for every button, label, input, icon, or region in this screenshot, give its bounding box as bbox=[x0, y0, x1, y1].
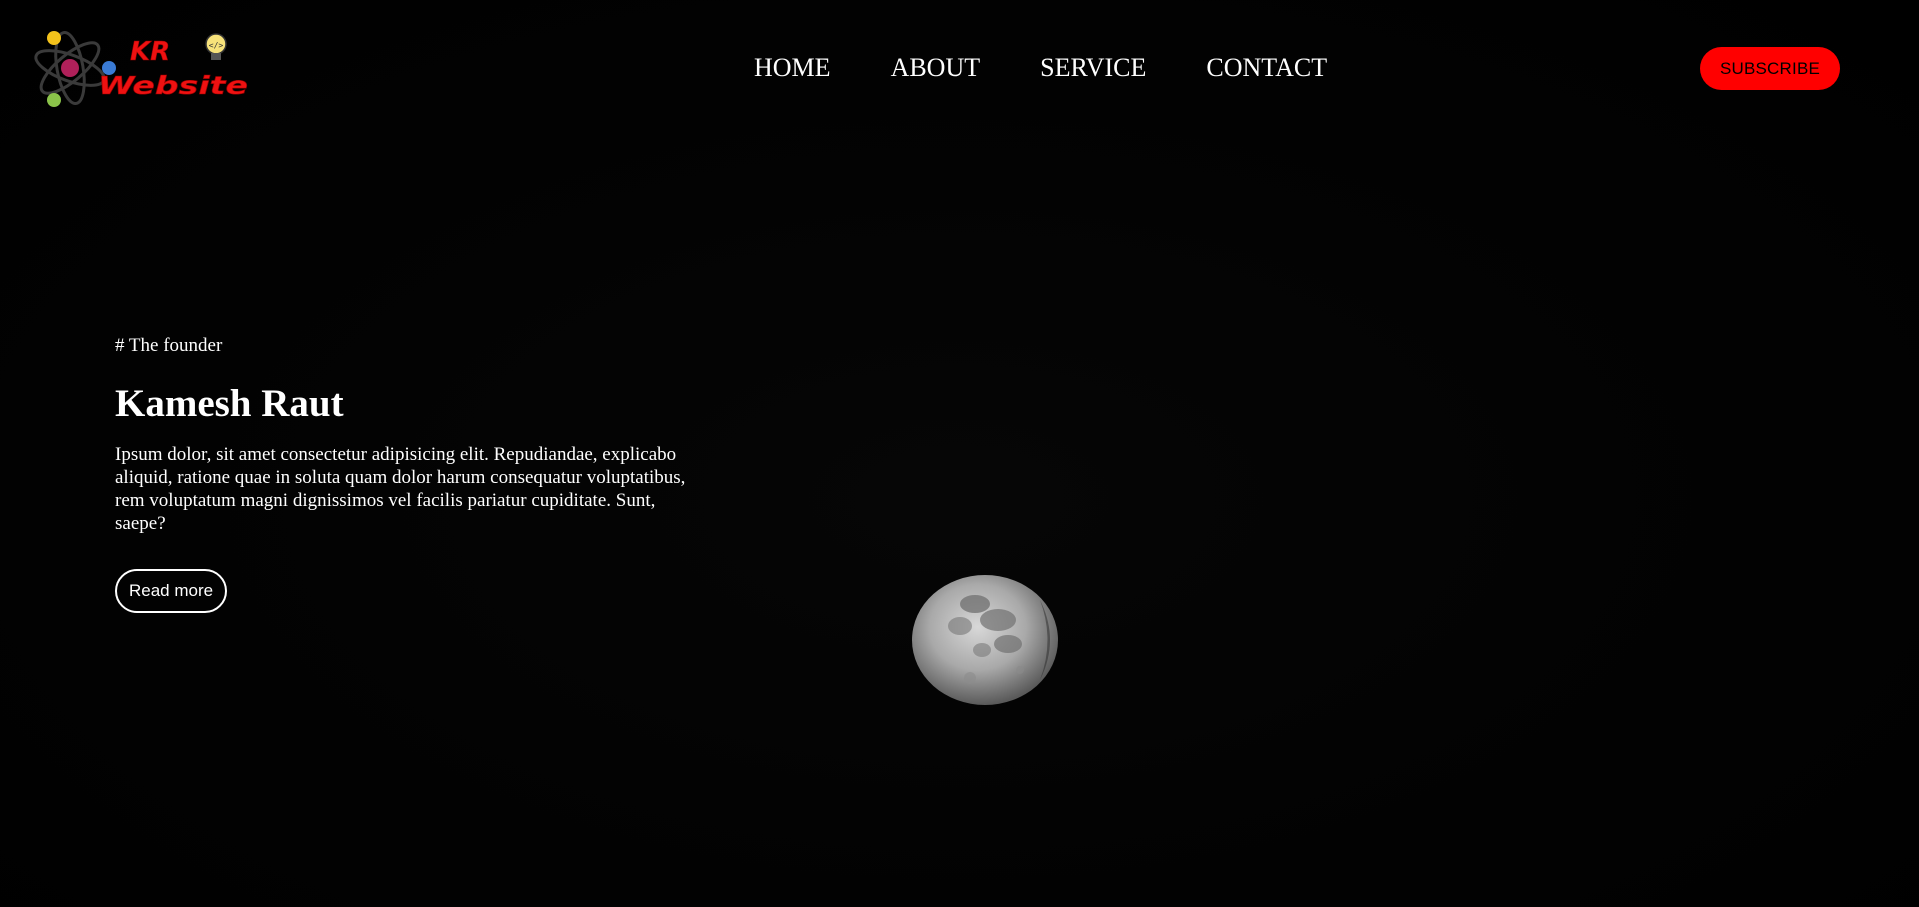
nav-link-contact[interactable]: CONTACT bbox=[1206, 52, 1327, 84]
hero-section: # The founder Kamesh Raut Ipsum dolor, s… bbox=[115, 334, 715, 613]
svg-text:KR: KR bbox=[130, 37, 170, 67]
hero-eyebrow: # The founder bbox=[115, 335, 223, 356]
page: </> KR Website HOME ABOUT SERVICE CONTAC… bbox=[0, 0, 1919, 907]
svg-text:Website: Website bbox=[98, 71, 248, 100]
nav-link-about[interactable]: ABOUT bbox=[891, 52, 981, 84]
hero-title: Kamesh Raut bbox=[115, 382, 344, 425]
atom-bulb-logo-icon: </> KR Website bbox=[34, 30, 248, 107]
nav-link-service[interactable]: SERVICE bbox=[1040, 52, 1146, 84]
hero-description: Ipsum dolor, sit amet consectetur adipis… bbox=[115, 444, 686, 534]
nav-link-home[interactable]: HOME bbox=[754, 52, 831, 84]
read-more-button[interactable]: Read more bbox=[115, 569, 228, 613]
moon-image bbox=[900, 556, 1070, 730]
moon-icon bbox=[901, 556, 1069, 724]
subscribe-button[interactable]: SUBSCRIBE bbox=[1700, 47, 1840, 90]
site-logo[interactable]: </> KR Website bbox=[30, 24, 260, 108]
main-nav: HOME ABOUT SERVICE CONTACT bbox=[754, 52, 1327, 84]
svg-text:</>: </> bbox=[209, 41, 224, 50]
